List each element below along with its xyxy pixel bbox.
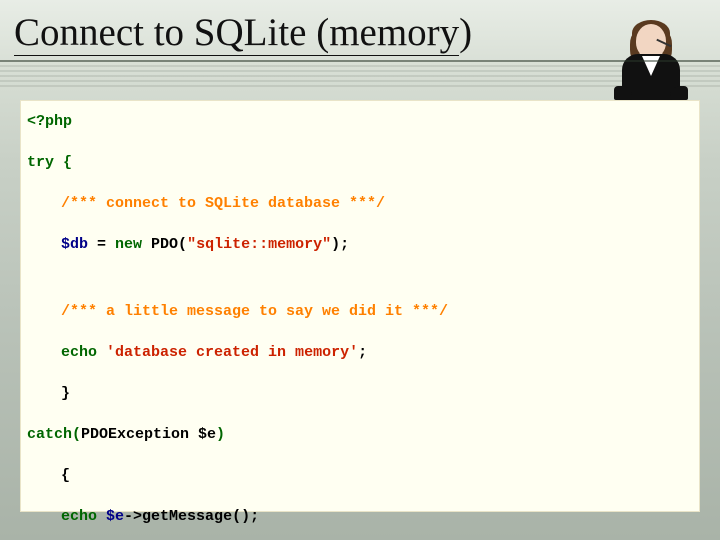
code-var: $e (106, 508, 124, 525)
code-string: 'database created in memory' (106, 344, 358, 361)
code-token: { (61, 467, 70, 484)
code-comment: /*** connect to SQLite database ***/ (61, 195, 385, 212)
title-underlined: Connect to SQLite (memory (14, 11, 459, 56)
code-token: = (88, 236, 115, 253)
code-var: $db (61, 236, 88, 253)
code-token: echo (61, 508, 97, 525)
title-tail: ) (459, 11, 472, 54)
page-title: Connect to SQLite (memory) (14, 10, 472, 55)
code-token: } (61, 385, 70, 402)
avatar (608, 18, 692, 106)
code-token: <?php (27, 113, 72, 130)
code-token: ->getMessage(); (124, 508, 259, 525)
code-token: ; (358, 344, 367, 361)
code-token: try { (27, 154, 72, 171)
code-token: echo (61, 344, 97, 361)
code-token: ); (331, 236, 349, 253)
code-token: PDOException $e (81, 426, 216, 443)
code-content: <?php try { /*** connect to SQLite datab… (27, 109, 693, 540)
code-token (97, 344, 106, 361)
code-block: <?php try { /*** connect to SQLite datab… (20, 100, 700, 512)
code-token (97, 508, 106, 525)
code-string: "sqlite::memory" (187, 236, 331, 253)
avatar-hand-icon (670, 86, 688, 100)
slide: Connect to SQLite (memory) <?php try { /… (0, 0, 720, 540)
code-token: ) (216, 426, 225, 443)
code-token: new (115, 236, 142, 253)
code-blank-line (27, 273, 693, 284)
code-comment: /*** a little message to say we did it *… (61, 303, 448, 320)
code-token: PDO( (142, 236, 187, 253)
code-token: catch( (27, 426, 81, 443)
